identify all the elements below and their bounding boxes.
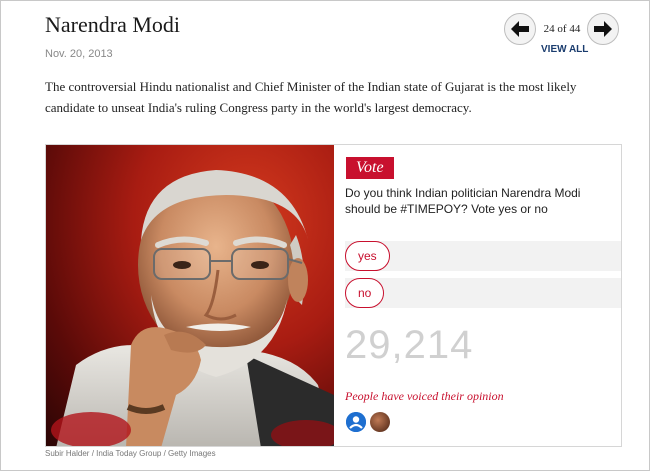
modi-photo	[46, 145, 334, 446]
poll-question: Do you think Indian politician Narendra …	[345, 186, 581, 216]
slide-counter: 24 of 44	[543, 23, 581, 35]
arrow-left-icon	[511, 21, 529, 37]
avatar[interactable]	[370, 412, 390, 432]
page-title: Narendra Modi	[45, 12, 181, 37]
vote-yes-button[interactable]: yes	[345, 241, 390, 271]
voiced-opinion-text: People have voiced their opinion	[345, 389, 504, 403]
publish-date: Nov. 20, 2013	[45, 48, 113, 60]
user-avatar-icon	[346, 412, 366, 432]
option-no-row: no	[345, 278, 621, 308]
arrow-right-icon	[594, 21, 612, 37]
vote-badge: Vote	[346, 157, 394, 179]
next-button[interactable]	[587, 13, 619, 45]
photo-credit: Subir Halder / India Today Group / Getty…	[45, 449, 216, 458]
gallery-card: Vote Do you think Indian politician Nare…	[45, 144, 622, 447]
article-description: The controversial Hindu nationalist and …	[45, 79, 577, 115]
view-all-link[interactable]: VIEW ALL	[541, 44, 588, 55]
portrait-image	[51, 170, 334, 446]
avatar[interactable]	[346, 412, 366, 432]
vote-count: 29,214	[345, 323, 474, 367]
vote-panel: Vote Do you think Indian politician Nare…	[334, 145, 621, 446]
previous-button[interactable]	[504, 13, 536, 45]
vote-no-button[interactable]: no	[345, 278, 385, 308]
option-yes-row: yes	[345, 241, 621, 271]
